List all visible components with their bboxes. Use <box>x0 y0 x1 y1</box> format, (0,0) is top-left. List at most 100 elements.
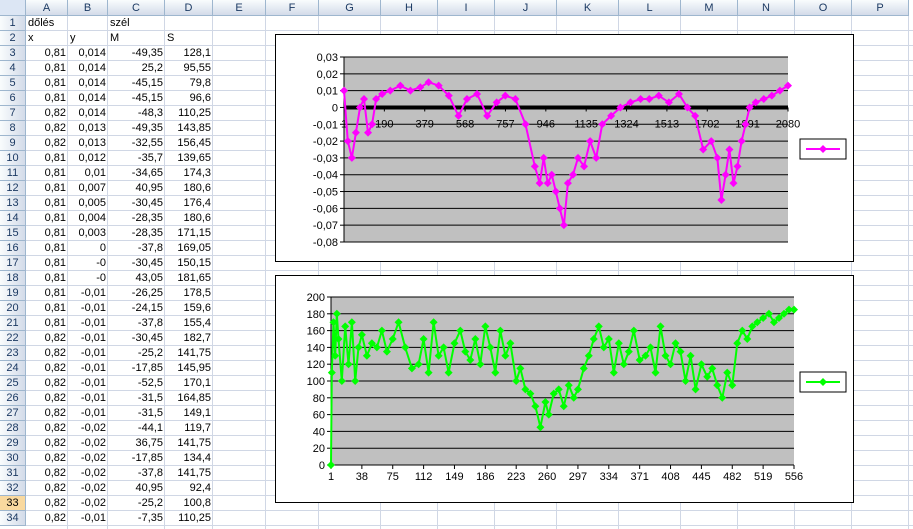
cell-D31[interactable]: 141,75 <box>165 466 213 481</box>
cell-B11[interactable]: 0,01 <box>68 166 108 181</box>
col-header-I[interactable]: I <box>438 0 495 16</box>
cell-B23[interactable]: -0,01 <box>68 346 108 361</box>
cell-D25[interactable]: 170,1 <box>165 376 213 391</box>
cell-B30[interactable]: -0,02 <box>68 451 108 466</box>
cell-C17[interactable]: -30,45 <box>108 256 165 271</box>
cell-A31[interactable]: 0,82 <box>26 466 68 481</box>
row-header-26[interactable]: 26 <box>0 391 26 406</box>
row-header-23[interactable]: 23 <box>0 346 26 361</box>
col-header-D[interactable]: D <box>165 0 213 16</box>
cell-B2[interactable]: y <box>68 31 108 46</box>
row-header-29[interactable]: 29 <box>0 436 26 451</box>
cell-C21[interactable]: -37,8 <box>108 316 165 331</box>
cell-C11[interactable]: -34,65 <box>108 166 165 181</box>
cell-C23[interactable]: -25,2 <box>108 346 165 361</box>
row-header-30[interactable]: 30 <box>0 451 26 466</box>
cell-D6[interactable]: 96,6 <box>165 91 213 106</box>
cell-C19[interactable]: -26,25 <box>108 286 165 301</box>
row-header-14[interactable]: 14 <box>0 211 26 226</box>
cell-C5[interactable]: -45,15 <box>108 76 165 91</box>
cell-C4[interactable]: 25,2 <box>108 61 165 76</box>
col-header-E[interactable]: E <box>213 0 266 16</box>
spreadsheet[interactable]: ABCDEFGHIJKLMNOP 1 2 3 4 5 6 7 8 9 10 11 12 13 14 15 16… <box>0 0 913 529</box>
cell-C22[interactable]: -30,45 <box>108 331 165 346</box>
cell-B32[interactable]: -0,02 <box>68 481 108 496</box>
cell-A19[interactable]: 0,81 <box>26 286 68 301</box>
cell-A20[interactable]: 0,81 <box>26 301 68 316</box>
cell-B5[interactable]: 0,014 <box>68 76 108 91</box>
cell-D9[interactable]: 156,45 <box>165 136 213 151</box>
cell-A33[interactable]: 0,82 <box>26 496 68 511</box>
cell-D21[interactable]: 155,4 <box>165 316 213 331</box>
row-header-16[interactable]: 16 <box>0 241 26 256</box>
row-header-20[interactable]: 20 <box>0 301 26 316</box>
cell-B33[interactable]: -0,02 <box>68 496 108 511</box>
cell-A6[interactable]: 0,81 <box>26 91 68 106</box>
cell-D11[interactable]: 174,3 <box>165 166 213 181</box>
cell-B27[interactable]: -0,01 <box>68 406 108 421</box>
cell-D3[interactable]: 128,1 <box>165 46 213 61</box>
cell-D27[interactable]: 149,1 <box>165 406 213 421</box>
cell-A21[interactable]: 0,81 <box>26 316 68 331</box>
col-header-L[interactable]: L <box>619 0 681 16</box>
row-header-19[interactable]: 19 <box>0 286 26 301</box>
cell-D15[interactable]: 171,15 <box>165 226 213 241</box>
row-header-8[interactable]: 8 <box>0 121 26 136</box>
row-header-10[interactable]: 10 <box>0 151 26 166</box>
cell-D5[interactable]: 79,8 <box>165 76 213 91</box>
col-header-A[interactable]: A <box>26 0 68 16</box>
cell-D23[interactable]: 141,75 <box>165 346 213 361</box>
cell-C20[interactable]: -24,15 <box>108 301 165 316</box>
col-header-F[interactable]: F <box>266 0 319 16</box>
cell-D22[interactable]: 182,7 <box>165 331 213 346</box>
cell-D10[interactable]: 139,65 <box>165 151 213 166</box>
col-header-J[interactable]: J <box>495 0 557 16</box>
cell-C1[interactable]: szél <box>108 16 165 31</box>
cell-A12[interactable]: 0,81 <box>26 181 68 196</box>
cell-B34[interactable]: -0,01 <box>68 511 108 526</box>
cell-A17[interactable]: 0,81 <box>26 256 68 271</box>
cell-B19[interactable]: -0,01 <box>68 286 108 301</box>
cell-A29[interactable]: 0,82 <box>26 436 68 451</box>
cell-C12[interactable]: 40,95 <box>108 181 165 196</box>
cell-B31[interactable]: -0,02 <box>68 466 108 481</box>
col-header-B[interactable]: B <box>68 0 108 16</box>
cell-B15[interactable]: 0,003 <box>68 226 108 241</box>
col-header-N[interactable]: N <box>738 0 795 16</box>
col-header-G[interactable]: G <box>319 0 381 16</box>
row-header-2[interactable]: 2 <box>0 31 26 46</box>
cell-B20[interactable]: -0,01 <box>68 301 108 316</box>
cell-D34[interactable]: 110,25 <box>165 511 213 526</box>
cell-A34[interactable]: 0,82 <box>26 511 68 526</box>
cell-B16[interactable]: 0 <box>68 241 108 256</box>
cell-C13[interactable]: -30,45 <box>108 196 165 211</box>
cell-A9[interactable]: 0,82 <box>26 136 68 151</box>
cell-B21[interactable]: -0,01 <box>68 316 108 331</box>
col-header-C[interactable]: C <box>108 0 165 16</box>
cell-C34[interactable]: -7,35 <box>108 511 165 526</box>
cell-B8[interactable]: 0,013 <box>68 121 108 136</box>
cell-C3[interactable]: -49,35 <box>108 46 165 61</box>
cell-B26[interactable]: -0,01 <box>68 391 108 406</box>
cell-D7[interactable]: 110,25 <box>165 106 213 121</box>
cell-D33[interactable]: 100,8 <box>165 496 213 511</box>
cell-D20[interactable]: 159,6 <box>165 301 213 316</box>
row-header-32[interactable]: 32 <box>0 481 26 496</box>
cell-D12[interactable]: 180,6 <box>165 181 213 196</box>
cell-A30[interactable]: 0,82 <box>26 451 68 466</box>
cell-A14[interactable]: 0,81 <box>26 211 68 226</box>
cell-A10[interactable]: 0,81 <box>26 151 68 166</box>
cell-C14[interactable]: -28,35 <box>108 211 165 226</box>
cell-A1[interactable]: dőlés <box>26 16 68 31</box>
cell-A22[interactable]: 0,82 <box>26 331 68 346</box>
cell-B7[interactable]: 0,014 <box>68 106 108 121</box>
tilt-chart[interactable]: 0,03 0,02 0,01 0 -0,01 -0,02 -0,03 -0,04 -0,05 -0… <box>275 34 854 262</box>
cell-C18[interactable]: 43,05 <box>108 271 165 286</box>
row-header-18[interactable]: 18 <box>0 271 26 286</box>
row-header-21[interactable]: 21 <box>0 316 26 331</box>
cell-D26[interactable]: 164,85 <box>165 391 213 406</box>
cell-C9[interactable]: -32,55 <box>108 136 165 151</box>
select-all-corner[interactable] <box>0 0 26 16</box>
cell-D19[interactable]: 178,5 <box>165 286 213 301</box>
cell-A3[interactable]: 0,81 <box>26 46 68 61</box>
